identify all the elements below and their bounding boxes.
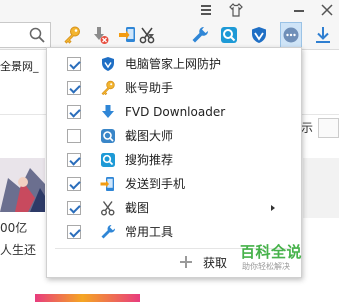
menu-item-checkbox[interactable] (67, 57, 81, 71)
sogou-toolbar-icon[interactable] (219, 25, 239, 45)
download-blocked-icon (94, 27, 109, 44)
page-side-text: 示 (301, 121, 314, 135)
shield-icon (100, 56, 116, 72)
menu-item-checkbox[interactable] (67, 177, 81, 191)
download-arrow-icon (316, 27, 330, 43)
close-icon (321, 4, 333, 16)
menu-item-account-assistant[interactable]: 账号助手 (47, 76, 301, 100)
menu-item-label: 搜狗推荐 (125, 153, 174, 167)
game-artwork-image[interactable] (0, 158, 45, 212)
browser-window: 全景网_ 示 00亿 人生还 电脑管家上网防护 账号助手 FVD Downloa… (0, 0, 339, 302)
key-icon (100, 80, 116, 96)
page-text-line: 00亿 (0, 221, 28, 235)
scissors-icon (100, 200, 116, 216)
menu-item-label: 账号助手 (125, 81, 174, 95)
menu-item-label: 截图大师 (125, 129, 174, 143)
key-icon (64, 26, 80, 44)
watermark-title: 百科全说 (240, 243, 303, 261)
downloads-button[interactable] (313, 25, 333, 49)
menu-item-checkbox[interactable] (67, 153, 81, 167)
menu-item-label: 常用工具 (125, 225, 174, 239)
menu-item-label: 发送到手机 (125, 177, 186, 191)
plus-icon (180, 256, 192, 268)
menu-item-sogou-recommend[interactable]: 搜狗推荐 (47, 148, 301, 172)
menu-item-fvd-downloader[interactable]: FVD Downloader (47, 100, 301, 124)
menu-item-label: 截图 (125, 201, 150, 215)
send-to-phone-icon (100, 176, 116, 192)
sogou-search-icon (221, 27, 237, 43)
extensions-more-button[interactable] (280, 22, 302, 48)
chevron-down-icon[interactable] (148, 34, 154, 38)
search-icon[interactable] (29, 27, 45, 43)
skin-button[interactable] (227, 1, 245, 19)
menu-item-screenshot-master[interactable]: 截图大师 (47, 124, 301, 148)
menu-item-label: 电脑管家上网防护 (125, 57, 222, 71)
minimize-button[interactable] (290, 1, 308, 19)
menu-item-checkbox[interactable] (67, 201, 81, 215)
tools-toolbar-icon[interactable] (190, 25, 210, 45)
menu-item-checkbox[interactable] (67, 225, 81, 239)
menu-item-send-to-phone[interactable]: 发送到手机 (47, 172, 301, 196)
blocked-download-toolbar-icon[interactable] (90, 25, 110, 45)
screenshot-master-icon (100, 128, 116, 144)
menu-item-checkbox[interactable] (67, 129, 81, 143)
menu-item-checkbox[interactable] (67, 81, 81, 95)
chevron-right-icon (271, 205, 275, 211)
wrench-icon (100, 224, 116, 240)
more-icon (283, 27, 299, 43)
sogou-search-icon (100, 152, 116, 168)
page-tab-title[interactable]: 全景网_ (0, 58, 39, 74)
shirt-icon (229, 3, 243, 17)
menu-item-label: FVD Downloader (125, 105, 226, 119)
menu-item-guard-protection[interactable]: 电脑管家上网防护 (47, 52, 301, 76)
watermark-logo: 百科全说 助你轻松解决 (236, 240, 316, 280)
key-toolbar-icon[interactable] (62, 25, 82, 45)
menu-item-screenshot[interactable]: 截图 (47, 196, 301, 220)
search-input[interactable] (0, 22, 51, 48)
page-banner-strip (35, 294, 140, 302)
title-bar (0, 0, 339, 20)
page-side-image (303, 158, 339, 218)
close-button[interactable] (318, 1, 336, 19)
main-menu-button[interactable] (197, 1, 215, 19)
security-toolbar-icon[interactable] (249, 25, 269, 45)
page-side-box (318, 118, 339, 138)
get-more-label: 获取 (203, 256, 228, 270)
wrench-icon (192, 26, 209, 43)
page-text-line: 人生还 (0, 243, 37, 257)
send-to-phone-icon (119, 27, 135, 42)
shield-icon (252, 27, 266, 43)
menu-item-checkbox[interactable] (67, 105, 81, 119)
send-to-phone-toolbar-icon[interactable] (118, 25, 138, 45)
watermark-subtitle: 助你轻松解决 (242, 262, 290, 271)
download-arrow-icon (100, 104, 116, 120)
